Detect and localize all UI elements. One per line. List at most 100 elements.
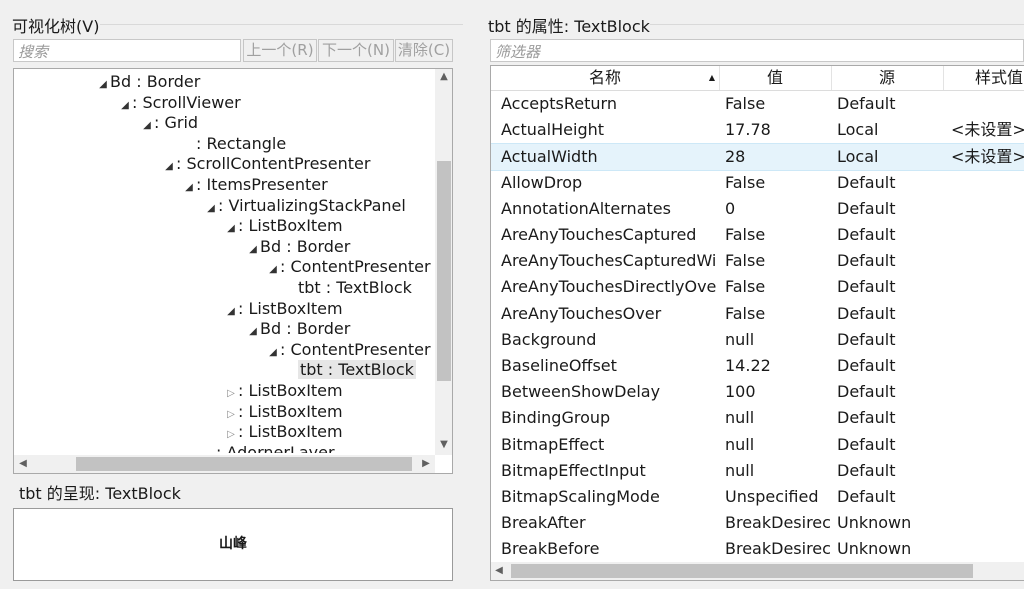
tree-node[interactable]: ◢: ContentPresenter xyxy=(266,340,430,363)
property-source-cell: Default xyxy=(837,172,896,192)
property-row[interactable]: BetweenShowDelay 100 Default xyxy=(491,379,1024,405)
expanded-triangle-icon[interactable]: ◢ xyxy=(266,260,280,280)
property-name-cell: AreAnyTouchesDirectlyOve xyxy=(501,277,717,297)
property-row[interactable]: AreAnyTouchesDirectlyOve False Default xyxy=(491,274,1024,300)
expanded-triangle-icon[interactable]: ◢ xyxy=(162,157,176,177)
property-row[interactable]: BreakBefore BreakDesirec Unknown xyxy=(491,536,1024,561)
tree-node-label: Bd : Border xyxy=(260,319,351,339)
tree-vertical-scroll-thumb[interactable] xyxy=(437,161,451,381)
column-header-name[interactable]: 名称 ▲ xyxy=(491,66,720,90)
visual-tree-group-line xyxy=(100,24,463,25)
property-source-cell: Default xyxy=(837,225,896,244)
property-name-cell: AreAnyTouchesCaptured xyxy=(501,225,697,244)
tree-node[interactable]: ◢: ScrollViewer xyxy=(118,93,241,113)
property-name-cell: AreAnyTouchesCapturedWi xyxy=(501,251,717,271)
property-row[interactable]: BaselineOffset 14.22 Default xyxy=(491,353,1024,379)
property-row[interactable]: ActualHeight 17.78 Local <未设置> xyxy=(491,117,1024,143)
property-row[interactable]: BitmapEffectInput null Default xyxy=(491,458,1024,484)
expanded-triangle-icon[interactable]: ◢ xyxy=(266,343,280,363)
scroll-up-arrow-icon[interactable]: ▲ xyxy=(435,69,452,85)
expanded-triangle-icon[interactable]: ◢ xyxy=(118,96,132,116)
property-row[interactable]: BreakAfter BreakDesirec Unknown xyxy=(491,510,1024,536)
scroll-left-arrow-icon[interactable]: ◀ xyxy=(14,456,32,472)
rendering-preview-text: 山峰 xyxy=(219,536,247,552)
prev-button[interactable]: 上一个(R) xyxy=(243,39,317,62)
expanded-triangle-icon[interactable]: ◢ xyxy=(140,116,154,136)
expanded-triangle-icon[interactable]: ◢ xyxy=(224,302,238,322)
tree-node[interactable]: tbt : TextBlock xyxy=(284,278,412,298)
expanded-triangle-icon[interactable]: ◢ xyxy=(96,75,110,95)
property-row[interactable]: BitmapEffect null Default xyxy=(491,432,1024,458)
property-row[interactable]: AreAnyTouchesCapturedWi False Default xyxy=(491,248,1024,274)
tree-node[interactable]: ◢ Bd : Border xyxy=(96,72,200,92)
column-header-source[interactable]: 源 xyxy=(831,66,944,90)
property-value-cell: False xyxy=(725,303,766,323)
property-source-cell: Default xyxy=(837,277,896,297)
property-row[interactable]: AllowDrop False Default xyxy=(491,170,1024,196)
scroll-down-arrow-icon[interactable]: ▼ xyxy=(435,437,452,453)
tree-node[interactable]: ◢: ListBoxItem xyxy=(224,216,342,239)
tree-node[interactable]: tbt : TextBlock xyxy=(284,360,416,380)
property-row[interactable]: ActualWidth 28 Local <未设置> xyxy=(491,143,1024,172)
properties-horizontal-scrollbar[interactable]: ◀ xyxy=(491,562,1024,580)
property-source-cell: Default xyxy=(837,487,896,506)
properties-filter-input[interactable]: 筛选器 xyxy=(490,39,1024,62)
property-name-cell: AllowDrop xyxy=(501,172,583,192)
tree-node[interactable]: ▷: ListBoxItem xyxy=(224,401,343,422)
properties-row-list: AcceptsReturn False Default ActualHeight 17.… xyxy=(491,91,1024,561)
property-name-cell: BitmapEffect xyxy=(501,434,605,454)
tree-search-input[interactable]: 搜索 xyxy=(13,39,241,62)
property-name-cell: AnnotationAlternates xyxy=(501,198,671,218)
property-row[interactable]: AreAnyTouchesOver False Default xyxy=(491,301,1024,327)
tree-node[interactable]: ◢ Bd : Border xyxy=(246,319,350,339)
property-source-cell: Unknown xyxy=(837,513,912,533)
property-source-cell: Default xyxy=(837,94,896,113)
tree-node[interactable]: ◢: Grid xyxy=(140,113,198,133)
property-row[interactable]: AcceptsReturn False Default xyxy=(491,91,1024,117)
property-name-cell: ActualHeight xyxy=(501,120,605,140)
expanded-triangle-icon[interactable]: ◢ xyxy=(182,178,196,198)
tree-horizontal-scrollbar[interactable]: ◀ ▶ xyxy=(14,455,435,473)
clear-button[interactable]: 清除(C) xyxy=(395,39,453,62)
column-header-style[interactable]: 样式值 xyxy=(943,66,1024,90)
tree-horizontal-scroll-thumb[interactable] xyxy=(76,457,412,471)
expanded-triangle-icon[interactable]: ◢ xyxy=(246,322,260,342)
property-style-cell: <未设置> xyxy=(951,120,1024,140)
next-button[interactable]: 下一个(N) xyxy=(318,39,394,62)
scroll-right-arrow-icon[interactable]: ▶ xyxy=(417,456,435,472)
property-value-cell: null xyxy=(725,460,755,480)
tree-node[interactable]: ◢: VirtualizingStackPanel xyxy=(204,196,406,216)
property-row[interactable]: Background null Default xyxy=(491,327,1024,353)
tree-node[interactable]: : Rectangle xyxy=(182,134,286,154)
properties-grid[interactable]: 名称 ▲ 值 源 样式值 AcceptsReturn False Default Ac… xyxy=(490,65,1024,581)
expanded-triangle-icon[interactable]: ◢ xyxy=(204,199,218,219)
property-row[interactable]: BitmapScalingMode Unspecified Default xyxy=(491,484,1024,510)
tree-node[interactable]: ◢: ContentPresenter xyxy=(266,257,430,280)
property-name-cell: Background xyxy=(501,329,597,349)
property-value-cell: null xyxy=(725,329,755,349)
property-row[interactable]: AnnotationAlternates 0 Default xyxy=(491,196,1024,222)
tree-node-label: : AdornerLayer xyxy=(216,442,335,453)
tree-node[interactable]: ▷: ListBoxItem xyxy=(224,422,342,442)
expanded-triangle-icon[interactable]: ◢ xyxy=(224,219,238,239)
property-row[interactable]: BindingGroup null Default xyxy=(491,405,1024,431)
properties-horizontal-scroll-thumb[interactable] xyxy=(511,564,973,578)
tree-node-label: : ListBoxItem xyxy=(238,401,343,421)
tree-node[interactable]: ◢: ItemsPresenter xyxy=(182,175,328,195)
properties-scroll-left-arrow-icon[interactable]: ◀ xyxy=(491,563,507,579)
expanded-triangle-icon[interactable]: ◢ xyxy=(246,240,260,260)
tree-node[interactable]: ◢ Bd : Border xyxy=(246,237,350,257)
property-row[interactable]: AreAnyTouchesCaptured False Default xyxy=(491,222,1024,248)
tree-node[interactable]: ◢: ScrollContentPresenter xyxy=(162,154,370,174)
tree-node[interactable]: ▷: ListBoxItem xyxy=(224,381,342,401)
property-value-cell: 14.22 xyxy=(725,356,771,375)
visual-tree-panel[interactable]: ◢ Bd : Border ◢: ScrollViewer ◢: Grid: Rect… xyxy=(13,68,453,474)
tree-node-label: : Grid xyxy=(154,113,199,133)
tree-vertical-scrollbar[interactable]: ▲ ▼ xyxy=(435,69,452,455)
tree-node[interactable]: : AdornerLayer xyxy=(202,443,335,453)
property-source-cell: Local xyxy=(837,120,879,140)
properties-title: tbt 的属性: TextBlock xyxy=(488,17,650,36)
property-value-cell: Unspecified xyxy=(725,487,819,506)
tree-node[interactable]: ◢: ListBoxItem xyxy=(224,299,342,322)
column-header-value[interactable]: 值 xyxy=(719,66,832,90)
